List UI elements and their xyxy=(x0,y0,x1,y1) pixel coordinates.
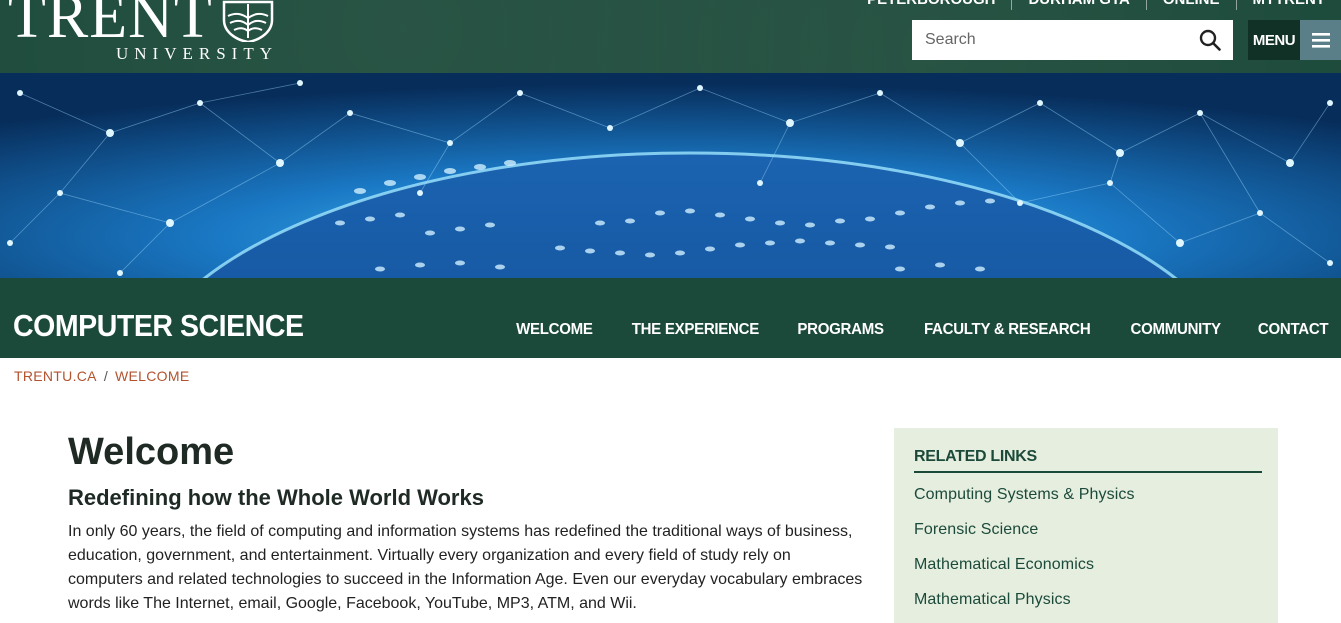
related-links-panel: RELATED LINKS Computing Systems & Physic… xyxy=(894,428,1278,623)
trent-logo[interactable]: TRENT UNIVERSITY xyxy=(8,0,278,66)
related-link-forensic-science[interactable]: Forensic Science xyxy=(914,520,1135,555)
nav-contact[interactable]: CONTACT xyxy=(1237,321,1338,339)
section-nav: WELCOME THE EXPERIENCE PROGRAMS FACULTY … xyxy=(492,321,1341,339)
related-links-list: Computing Systems & Physics Forensic Sci… xyxy=(914,485,1135,623)
menu-button[interactable]: MENU xyxy=(1248,20,1341,60)
nav-programs[interactable]: PROGRAMS xyxy=(777,321,893,339)
main-content: Welcome Redefining how the Whole World W… xyxy=(68,430,868,616)
toplink-peterborough[interactable]: PETERBOROUGH xyxy=(851,0,1011,10)
site-navbar: COMPUTER SCIENCE WELCOME THE EXPERIENCE … xyxy=(0,278,1341,358)
search-icon[interactable] xyxy=(1199,29,1221,51)
site-title[interactable]: COMPUTER SCIENCE xyxy=(13,308,304,344)
related-link-computing-systems-physics[interactable]: Computing Systems & Physics xyxy=(914,485,1135,520)
page-title: Welcome xyxy=(68,431,235,473)
hero-banner xyxy=(0,73,1341,278)
top-header: TRENT UNIVERSITY PETERBOROUGH DURHAM GTA… xyxy=(0,0,1341,73)
breadcrumb: TRENTU.CA / WELCOME xyxy=(14,368,189,384)
related-link-mathematical-physics[interactable]: Mathematical Physics xyxy=(914,590,1135,623)
related-link-mathematical-economics[interactable]: Mathematical Economics xyxy=(914,555,1135,590)
toplink-mytrent[interactable]: MYTRENT xyxy=(1235,0,1341,10)
related-links-heading: RELATED LINKS xyxy=(914,448,1262,473)
hamburger-icon xyxy=(1300,20,1341,60)
search-input[interactable] xyxy=(912,21,1182,59)
nav-welcome[interactable]: WELCOME xyxy=(496,321,603,339)
page-subtitle: Redefining how the Whole World Works xyxy=(68,485,484,510)
nav-community[interactable]: COMMUNITY xyxy=(1110,321,1230,339)
logo-subtitle: UNIVERSITY xyxy=(116,44,278,63)
crest-icon xyxy=(222,0,274,42)
logo-wordmark: TRENT xyxy=(8,0,213,51)
nav-the-experience[interactable]: THE EXPERIENCE xyxy=(611,321,768,339)
breadcrumb-home[interactable]: TRENTU.CA xyxy=(14,368,97,384)
toplink-durham[interactable]: DURHAM GTA xyxy=(1011,0,1145,10)
search-box xyxy=(912,20,1233,60)
hero-network-globe-image xyxy=(0,73,1341,278)
intro-paragraph: In only 60 years, the field of computing… xyxy=(68,523,863,612)
breadcrumb-separator: / xyxy=(103,368,109,384)
toplink-online[interactable]: ONLINE xyxy=(1145,0,1236,10)
breadcrumb-current[interactable]: WELCOME xyxy=(115,368,189,384)
campus-links: PETERBOROUGH DURHAM GTA ONLINE MYTRENT xyxy=(851,0,1341,10)
nav-faculty-research[interactable]: FACULTY & RESEARCH xyxy=(903,321,1100,339)
menu-label: MENU xyxy=(1248,20,1300,60)
